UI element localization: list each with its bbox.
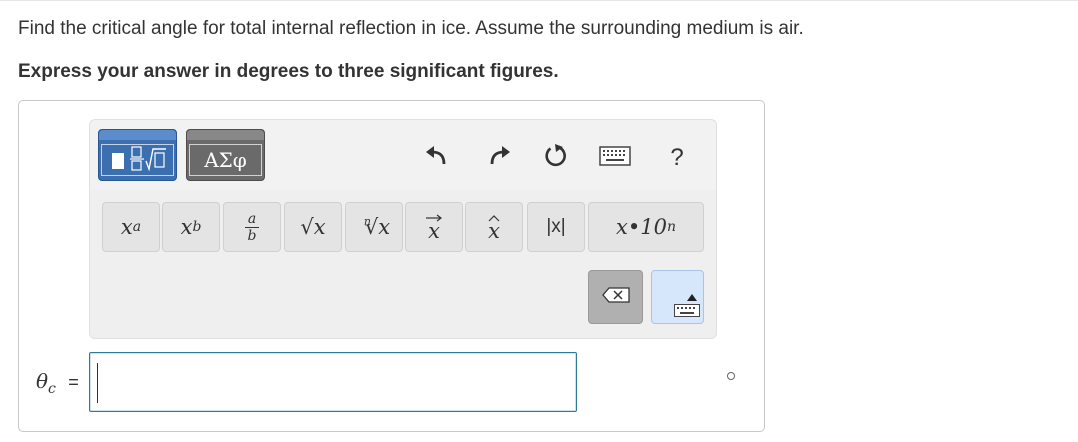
superscript-key[interactable]: xa <box>102 202 160 252</box>
keyboard-icon <box>599 145 631 171</box>
keyboard-icon <box>674 304 700 322</box>
tab-templates[interactable] <box>98 129 177 181</box>
degree-indicator <box>727 372 735 380</box>
text-caret <box>97 363 98 403</box>
keyboard-shortcuts-button[interactable] <box>595 138 635 178</box>
unit-vector-key[interactable]: x <box>465 202 523 252</box>
undo-button[interactable] <box>416 138 456 178</box>
answer-panel: ΑΣφ ? xa xb a b √x n √x x x |x| x•10 n θ… <box>18 100 765 432</box>
fraction-key[interactable]: a b <box>223 202 281 252</box>
scientific-notation-key[interactable]: x•10 n <box>588 202 704 252</box>
answer-label: θc = <box>36 369 79 397</box>
square-root-key[interactable]: √x <box>284 202 342 252</box>
answer-instruction: Express your answer in degrees to three … <box>18 61 559 82</box>
reset-icon <box>543 143 569 174</box>
reset-button[interactable] <box>536 138 576 178</box>
undo-icon <box>424 144 448 173</box>
top-divider <box>0 0 1078 1</box>
absolute-value-key[interactable]: |x| <box>527 202 585 252</box>
answer-input[interactable] <box>89 352 577 412</box>
backspace-button[interactable] <box>588 270 643 324</box>
symbols-tab-label: ΑΣφ <box>204 148 247 172</box>
redo-icon <box>488 144 512 173</box>
math-toolbar: ΑΣφ ? xa xb a b √x n √x x x |x| x•10 n <box>89 119 717 339</box>
templates-icon <box>108 145 168 176</box>
nth-root-key[interactable]: n √x <box>345 202 403 252</box>
backspace-icon <box>601 286 630 308</box>
keypad-toggle-button[interactable] <box>651 270 704 324</box>
help-button[interactable]: ? <box>657 138 697 178</box>
question-text: Find the critical angle for total intern… <box>18 18 804 39</box>
redo-button[interactable] <box>480 138 520 178</box>
tab-symbols[interactable]: ΑΣφ <box>186 129 265 181</box>
vector-key[interactable]: x <box>405 202 463 252</box>
subscript-key[interactable]: xb <box>162 202 220 252</box>
